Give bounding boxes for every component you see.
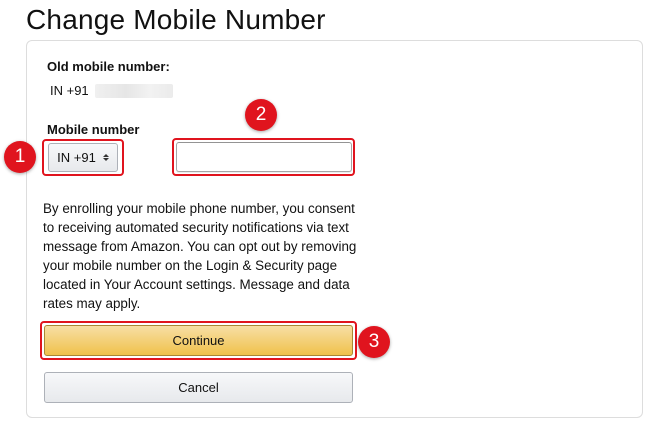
old-number-label: Old mobile number: xyxy=(47,59,170,74)
updown-arrows-icon xyxy=(102,154,109,161)
country-code-value: IN +91 xyxy=(57,149,96,165)
redacted-number xyxy=(94,84,173,98)
step-badge-3: 3 xyxy=(358,326,390,358)
step-badge-1: 1 xyxy=(4,141,36,173)
country-code-select[interactable]: IN +91 xyxy=(48,143,118,172)
mobile-number-input[interactable] xyxy=(176,142,352,172)
step-badge-2: 2 xyxy=(245,99,277,131)
continue-button[interactable]: Continue xyxy=(44,325,353,356)
consent-text: By enrolling your mobile phone number, y… xyxy=(43,201,357,311)
mobile-number-label: Mobile number xyxy=(47,122,140,137)
old-number-value: IN +91 xyxy=(50,83,173,99)
old-number-prefix: IN +91 xyxy=(50,83,89,98)
cancel-button[interactable]: Cancel xyxy=(44,372,353,403)
page-title: Change Mobile Number xyxy=(26,4,326,35)
